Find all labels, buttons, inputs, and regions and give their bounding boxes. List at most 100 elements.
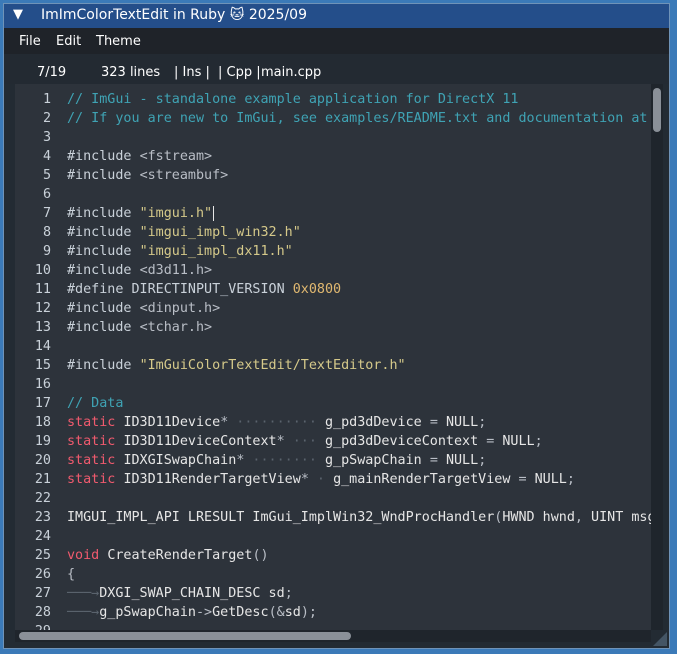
code-token: #include — [67, 225, 140, 240]
horizontal-scrollbar[interactable] — [15, 630, 651, 642]
code-token: "imgui.h" — [139, 206, 213, 221]
code-token: 0x0800 — [292, 282, 342, 297]
code-token: ───→ — [67, 605, 100, 620]
code-token: <streambuf> — [139, 168, 229, 183]
code-line[interactable]: 4 #include <fstream> — [15, 147, 662, 166]
code-line[interactable]: 27 ───→DXGI_SWAP_CHAIN_DESC sd; — [15, 584, 662, 603]
code-line[interactable]: 19 static ID3D11DeviceContext* ··· g_pd3d… — [15, 432, 662, 451]
code-line[interactable]: 25 void CreateRenderTarget() — [15, 546, 662, 565]
resize-grip-icon[interactable] — [653, 632, 667, 646]
line-number: 16 — [34, 377, 51, 392]
line-number: 5 — [42, 168, 51, 183]
line-code: // If you are new to ImGui, see examples… — [67, 109, 662, 128]
code-lines: 1 // ImGui - standalone example applicati… — [15, 84, 662, 630]
code-line[interactable]: 16 — [15, 375, 662, 394]
line-code: IMGUI_IMPL_API LRESULT ImGui_ImplWin32_W… — [67, 508, 662, 527]
code-token: <dinput.h> — [139, 301, 221, 316]
line-number: 24 — [34, 529, 51, 544]
code-line[interactable]: 20 static IDXGISwapChain* ········ g_pSwa… — [15, 451, 662, 470]
code-token: ───→ — [67, 586, 100, 601]
code-line[interactable]: 26 { — [15, 565, 662, 584]
code-line[interactable]: 3 — [15, 128, 662, 147]
code-line[interactable]: 2 // If you are new to ImGui, see example… — [15, 109, 662, 128]
code-token: "imgui_impl_dx11.h" — [139, 244, 293, 259]
line-number: 18 — [34, 415, 51, 430]
menu-theme[interactable]: Theme — [96, 34, 141, 49]
line-number: 10 — [34, 263, 51, 278]
code-token: static — [67, 453, 124, 468]
code-line[interactable]: 22 — [15, 489, 662, 508]
code-line[interactable]: 1 // ImGui - standalone example applicati… — [15, 90, 662, 109]
line-number: 14 — [34, 339, 51, 354]
code-line[interactable]: 8 #include "imgui_impl_win32.h" — [15, 223, 662, 242]
code-line[interactable]: 6 — [15, 185, 662, 204]
line-code: #include <streambuf> — [67, 166, 228, 185]
code-token: ·········· — [228, 415, 325, 430]
code-token: #include — [67, 263, 140, 278]
code-line[interactable]: 21 static ID3D11RenderTargetView* · g_mai… — [15, 470, 662, 489]
line-code: static IDXGISwapChain* ········ g_pSwapC… — [67, 451, 486, 470]
code-token: , — [574, 510, 592, 525]
code-editor[interactable]: 1 // ImGui - standalone example applicati… — [15, 84, 662, 630]
code-token: = — [486, 434, 503, 449]
menu-edit[interactable]: Edit — [56, 34, 81, 49]
line-code: ───→DXGI_SWAP_CHAIN_DESC sd; — [67, 584, 293, 603]
code-token: ; — [566, 472, 575, 487]
code-token: #define DIRECTINPUT_VERSION — [67, 282, 293, 297]
code-token: ID3D11Device — [123, 415, 221, 430]
line-code: // Data — [67, 394, 123, 413]
filename: main.cpp — [261, 65, 322, 80]
code-line[interactable]: 23 IMGUI_IMPL_API LRESULT ImGui_ImplWin32… — [15, 508, 662, 527]
code-token: ; — [478, 415, 487, 430]
line-count: 323 lines — [101, 65, 161, 80]
code-token: #include — [67, 244, 140, 259]
line-number: 3 — [42, 130, 51, 145]
vertical-scroll-thumb[interactable] — [653, 88, 661, 132]
line-number: 4 — [42, 149, 51, 164]
code-token: ; — [284, 586, 293, 601]
code-token: g_pd3dDeviceContext — [325, 434, 487, 449]
code-token: DXGI_SWAP_CHAIN_DESC sd — [99, 586, 285, 601]
code-token: ID3D11RenderTargetView — [123, 472, 301, 487]
code-line[interactable]: 5 #include <streambuf> — [15, 166, 662, 185]
code-token: g_mainRenderTargetView — [333, 472, 519, 487]
code-line[interactable]: 14 — [15, 337, 662, 356]
code-token: g_pSwapChain — [325, 453, 430, 468]
line-number: 19 — [34, 434, 51, 449]
code-token: ········ — [244, 453, 325, 468]
code-line[interactable]: 24 — [15, 527, 662, 546]
code-token: NULL — [445, 453, 479, 468]
horizontal-scroll-thumb[interactable] — [19, 632, 351, 640]
line-number: 8 — [42, 225, 51, 240]
code-token: g_pd3dDevice — [325, 415, 430, 430]
code-token: static — [67, 472, 124, 487]
code-line[interactable]: 29 — [15, 622, 662, 630]
code-token: NULL — [502, 434, 535, 449]
menu-file[interactable]: File — [19, 34, 41, 49]
code-token: IMGUI_IMPL_API LRESULT ImGui_ImplWin32_W… — [67, 510, 495, 525]
code-line[interactable]: 12 #include <dinput.h> — [15, 299, 662, 318]
code-token: void — [67, 548, 108, 563]
code-line[interactable]: 17 // Data — [15, 394, 662, 413]
window-title: ImImColorTextEdit in Ruby 🐱 2025/09 — [41, 7, 307, 23]
code-token: ); — [300, 605, 317, 620]
title-bar[interactable]: ▼ ImImColorTextEdit in Ruby 🐱 2025/09 — [4, 4, 669, 28]
code-line[interactable]: 10 #include <d3d11.h> — [15, 261, 662, 280]
code-line[interactable]: 28 ───→g_pSwapChain->GetDesc(&sd); — [15, 603, 662, 622]
code-token: // If you are new to ImGui, see examples… — [67, 111, 662, 126]
line-code: #define DIRECTINPUT_VERSION 0x0800 — [67, 280, 341, 299]
code-token: = — [429, 453, 446, 468]
insert-mode: | Ins | — [174, 65, 210, 80]
code-line[interactable]: 13 #include <tchar.h> — [15, 318, 662, 337]
line-number: 13 — [34, 320, 51, 335]
code-line[interactable]: 15 #include "ImGuiColorTextEdit/TextEdito… — [15, 356, 662, 375]
collapse-arrow-icon[interactable]: ▼ — [13, 7, 23, 22]
code-line[interactable]: 11 #define DIRECTINPUT_VERSION 0x0800 — [15, 280, 662, 299]
code-token: ID3D11DeviceContext — [123, 434, 277, 449]
code-line[interactable]: 18 static ID3D11Device* ·········· g_pd3d… — [15, 413, 662, 432]
line-code: #include "ImGuiColorTextEdit/TextEditor.… — [67, 356, 406, 375]
code-line[interactable]: 7 #include "imgui.h" — [15, 204, 662, 223]
vertical-scrollbar[interactable] — [651, 84, 663, 630]
code-line[interactable]: 9 #include "imgui_impl_dx11.h" — [15, 242, 662, 261]
editor-window: ▼ ImImColorTextEdit in Ruby 🐱 2025/09 Fi… — [3, 3, 670, 649]
